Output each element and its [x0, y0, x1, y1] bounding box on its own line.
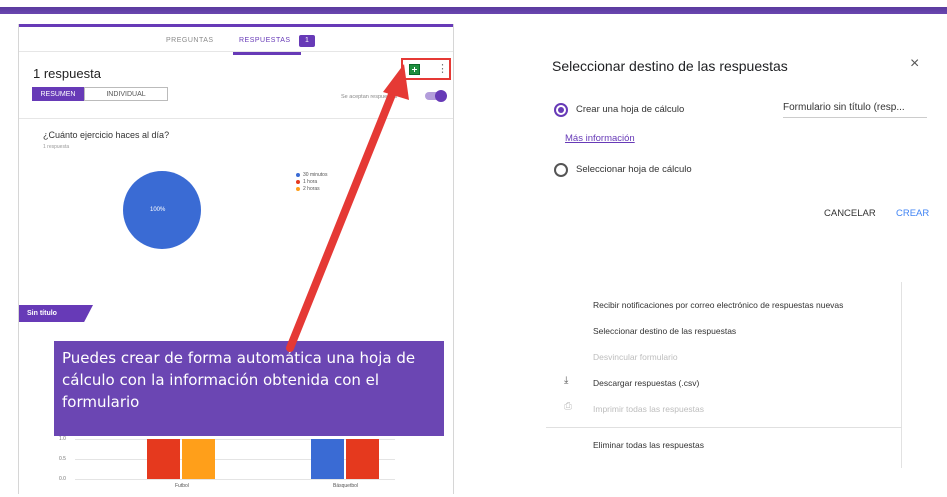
spreadsheet-name-field[interactable]: Formulario sin título (resp... [783, 102, 927, 118]
tab-resumen[interactable]: RESUMEN [32, 87, 84, 101]
x-tick-label: Futbol [175, 483, 189, 489]
option-new-spreadsheet-label[interactable]: Crear una hoja de cálculo [576, 104, 684, 115]
info-callout: Puedes crear de forma automática una hoj… [54, 341, 444, 436]
question-response-count: 1 respuesta [43, 144, 70, 150]
legend-label: 2 horas [303, 185, 320, 192]
menu-item-unlink-form: Desvincular formulario [593, 352, 678, 362]
menu-item-select-destination[interactable]: Seleccionar destino de las respuestas [593, 326, 736, 336]
accepting-responses-label: Se aceptan respuestas [341, 94, 398, 100]
create-button[interactable]: CREAR [896, 208, 929, 219]
accepting-responses-toggle[interactable] [425, 90, 447, 102]
x-tick-label: Básquetbol [333, 483, 359, 489]
close-icon[interactable]: × [910, 56, 919, 72]
question-summary-card [19, 118, 453, 308]
print-icon: ⎙ [564, 401, 572, 412]
legend-swatch [296, 179, 300, 184]
radio-existing-spreadsheet[interactable] [554, 163, 568, 177]
y-tick-label: 0.5 [59, 456, 66, 462]
menu-item-print-all: Imprimir todas las respuestas [593, 404, 705, 414]
forms-tab-bar: PREGUNTAS RESPUESTAS 1 [19, 24, 453, 55]
legend-swatch [296, 186, 300, 191]
top-accent-bar [0, 0, 947, 14]
bar-básquetbol [346, 439, 379, 479]
download-icon: ⤓ [564, 375, 569, 386]
section-title-tag: Sin título [19, 305, 93, 322]
more-info-link[interactable]: Más información [565, 133, 635, 144]
bar-futbol [182, 439, 215, 479]
cancel-button[interactable]: CANCELAR [824, 208, 876, 219]
menu-item-delete-all[interactable]: Eliminar todas las respuestas [593, 440, 704, 450]
responses-menu: Recibir notificaciones por correo electr… [546, 282, 902, 468]
menu-item-download-csv[interactable]: Descargar respuestas (.csv) [593, 378, 699, 388]
pie-legend: 30 minutos 1 hora 2 horas [296, 171, 327, 192]
tab-respuestas[interactable]: RESPUESTAS [239, 37, 291, 44]
highlight-box [401, 58, 451, 80]
legend-item: 2 horas [296, 185, 327, 192]
legend-item: 1 hora [296, 178, 327, 185]
forms-panel: PREGUNTAS RESPUESTAS 1 1 respuesta ⋮ RES… [18, 24, 454, 494]
pie-data-label: 100% [150, 207, 166, 213]
bar-chart: 1.0 0.5 0.0 Futbol Básquetbol [41, 436, 401, 492]
menu-divider [546, 427, 902, 428]
tab-individual[interactable]: INDIVIDUAL [84, 87, 168, 101]
y-tick-label: 0.0 [59, 476, 66, 482]
bar-futbol [147, 439, 180, 479]
radio-new-spreadsheet[interactable] [554, 103, 568, 117]
active-tab-indicator [233, 52, 301, 55]
y-tick-label: 1.0 [59, 436, 66, 442]
option-existing-spreadsheet-label[interactable]: Seleccionar hoja de cálculo [576, 164, 692, 175]
gridline [75, 479, 395, 480]
dialog-title: Seleccionar destino de las respuestas [552, 58, 788, 74]
legend-label: 30 minutos [303, 171, 328, 178]
bar-básquetbol [311, 439, 344, 479]
legend-label: 1 hora [303, 178, 318, 185]
menu-item-notifications[interactable]: Recibir notificaciones por correo electr… [593, 300, 843, 310]
tab-preguntas[interactable]: PREGUNTAS [166, 37, 214, 44]
legend-swatch [296, 172, 300, 177]
legend-item: 30 minutos [296, 171, 327, 178]
question-title: ¿Cuánto ejercicio haces al día? [43, 130, 170, 140]
responses-count-badge: 1 [299, 35, 315, 47]
response-count: 1 respuesta [33, 66, 101, 81]
